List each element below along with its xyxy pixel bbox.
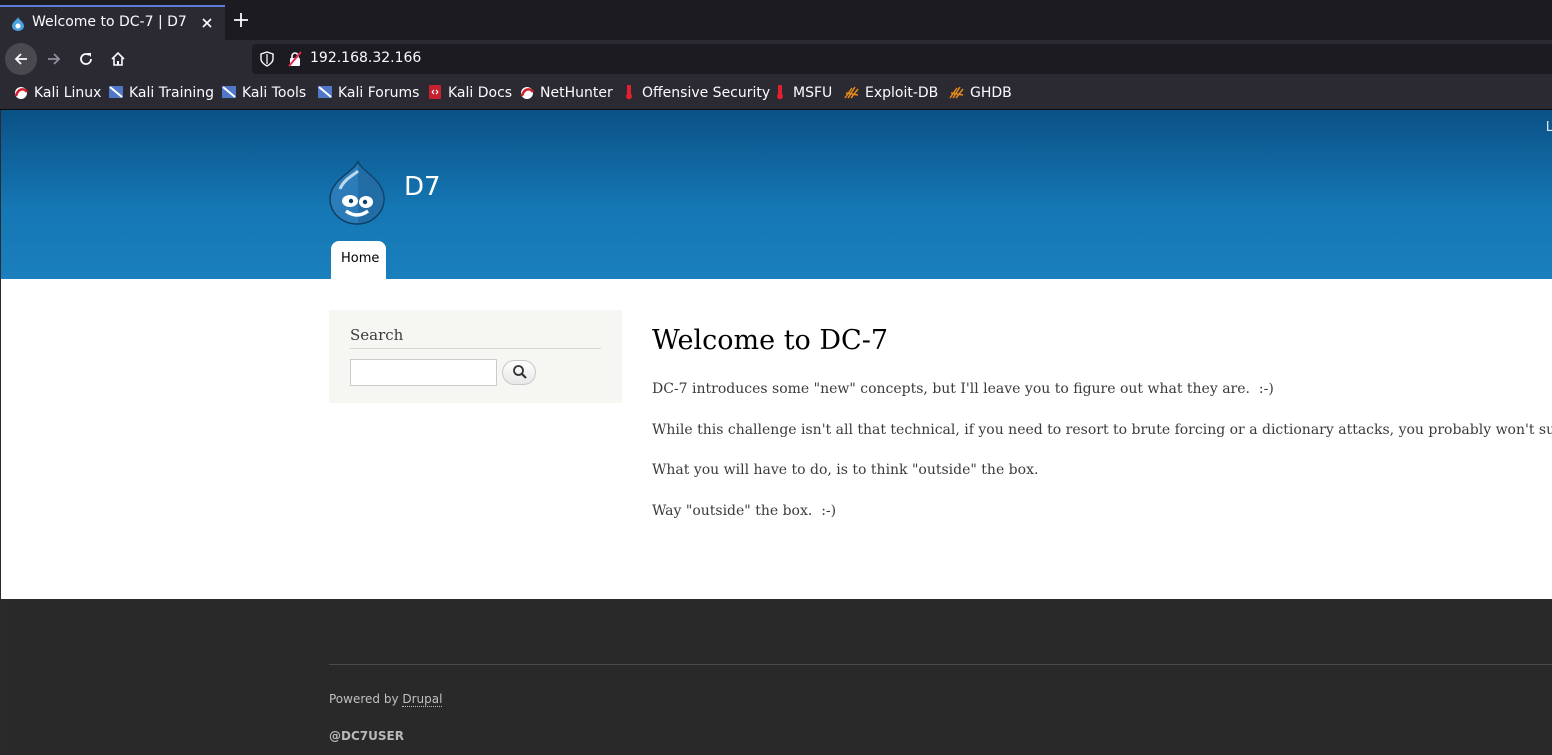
bookmarks-toolbar: Kali Linux Kali Training Kali Tools Kali… bbox=[0, 78, 1552, 110]
tab-home[interactable]: Home bbox=[331, 241, 386, 279]
bookmark-kali-linux[interactable]: Kali Linux bbox=[13, 84, 101, 104]
home-button[interactable] bbox=[102, 43, 134, 75]
url-text: 192.168.32.166 bbox=[310, 50, 422, 66]
search-icon bbox=[513, 365, 527, 379]
bookmark-kali-training[interactable]: Kali Training bbox=[108, 84, 214, 104]
kali-training-icon bbox=[109, 86, 123, 98]
paragraph-1: DC-7 introduces some "new" concepts, but… bbox=[652, 381, 1274, 397]
search-block: Search bbox=[329, 310, 622, 403]
kali-tools-icon bbox=[222, 86, 236, 98]
bookmark-nethunter[interactable]: NetHunter bbox=[519, 84, 613, 104]
kali-docs-icon bbox=[429, 85, 441, 99]
bookmark-label: MSFU bbox=[793, 85, 833, 101]
reload-icon bbox=[80, 53, 92, 65]
kali-icon bbox=[14, 87, 28, 99]
paragraph-4: Way "outside" the box. :-) bbox=[652, 503, 837, 519]
drupal-link[interactable]: Drupal bbox=[402, 692, 443, 707]
web-page: L D7 Home Search Welcome to DC-7 DC-7 in… bbox=[0, 110, 1552, 755]
search-input[interactable] bbox=[350, 359, 497, 386]
forward-button[interactable] bbox=[38, 43, 70, 75]
bookmark-offensive-security[interactable]: Offensive Security bbox=[621, 84, 770, 104]
msfu-icon bbox=[777, 85, 783, 100]
bookmark-label: NetHunter bbox=[540, 85, 613, 101]
insecure-lock-icon[interactable] bbox=[288, 51, 302, 67]
bookmark-label: Kali Training bbox=[129, 85, 214, 101]
offsec-icon bbox=[626, 85, 632, 100]
bookmark-label: Kali Linux bbox=[34, 85, 102, 101]
bookmark-label: Exploit-DB bbox=[865, 85, 939, 101]
bookmark-label: Kali Forums bbox=[338, 85, 420, 101]
browser-nav-bar: 192.168.32.166 bbox=[0, 40, 1552, 78]
powered-by-prefix: Powered by bbox=[329, 692, 403, 706]
home-icon bbox=[111, 51, 125, 66]
divider bbox=[350, 348, 601, 349]
bookmark-kali-tools[interactable]: Kali Tools bbox=[221, 84, 306, 104]
search-block-title: Search bbox=[350, 326, 404, 344]
bookmark-exploit-db[interactable]: Exploit-DB bbox=[844, 84, 938, 104]
site-header: L D7 Home bbox=[1, 110, 1552, 279]
browser-tab-bar: Welcome to DC-7 | D7 bbox=[0, 0, 1552, 40]
arrow-right-icon bbox=[48, 53, 61, 65]
drupal-logo-icon[interactable] bbox=[328, 159, 386, 225]
browser-tab[interactable]: Welcome to DC-7 | D7 bbox=[0, 5, 225, 40]
bookmark-label: GHDB bbox=[970, 85, 1012, 101]
reload-button[interactable] bbox=[70, 43, 102, 75]
ghdb-icon bbox=[949, 86, 964, 99]
bookmark-label: Offensive Security bbox=[642, 85, 771, 101]
arrow-left-icon bbox=[14, 53, 27, 65]
footer-divider bbox=[329, 664, 1552, 665]
nethunter-icon bbox=[520, 87, 534, 99]
paragraph-3: What you will have to do, is to think "o… bbox=[652, 462, 1039, 478]
powered-by: Powered by Drupal bbox=[329, 692, 443, 707]
url-bar[interactable]: 192.168.32.166 bbox=[252, 44, 1552, 74]
bookmark-kali-forums[interactable]: Kali Forums bbox=[317, 84, 419, 104]
bookmark-label: Kali Docs bbox=[448, 85, 513, 101]
bookmark-ghdb[interactable]: GHDB bbox=[949, 84, 1012, 104]
search-button[interactable] bbox=[502, 360, 536, 385]
footer-user-text: @DC7USER bbox=[329, 729, 404, 743]
site-footer: Powered by Drupal @DC7USER bbox=[1, 599, 1552, 755]
drupal-favicon-icon bbox=[12, 17, 24, 31]
header-corner-text[interactable]: L bbox=[1546, 120, 1552, 135]
bookmark-kali-docs[interactable]: Kali Docs bbox=[427, 84, 512, 104]
page-title: Welcome to DC-7 bbox=[652, 325, 888, 356]
tab-title: Welcome to DC-7 | D7 bbox=[32, 14, 187, 30]
bookmark-msfu[interactable]: MSFU bbox=[772, 84, 832, 104]
new-tab-icon[interactable] bbox=[232, 11, 250, 29]
kali-forums-icon bbox=[318, 86, 332, 98]
exploitdb-icon bbox=[844, 86, 859, 99]
tab-home-label: Home bbox=[341, 251, 380, 266]
close-tab-icon[interactable] bbox=[199, 15, 215, 31]
shield-icon[interactable] bbox=[260, 51, 274, 67]
back-button[interactable] bbox=[5, 43, 37, 75]
paragraph-2: While this challenge isn't all that tech… bbox=[652, 422, 1552, 438]
bookmark-label: Kali Tools bbox=[242, 85, 307, 101]
site-name[interactable]: D7 bbox=[404, 172, 441, 202]
